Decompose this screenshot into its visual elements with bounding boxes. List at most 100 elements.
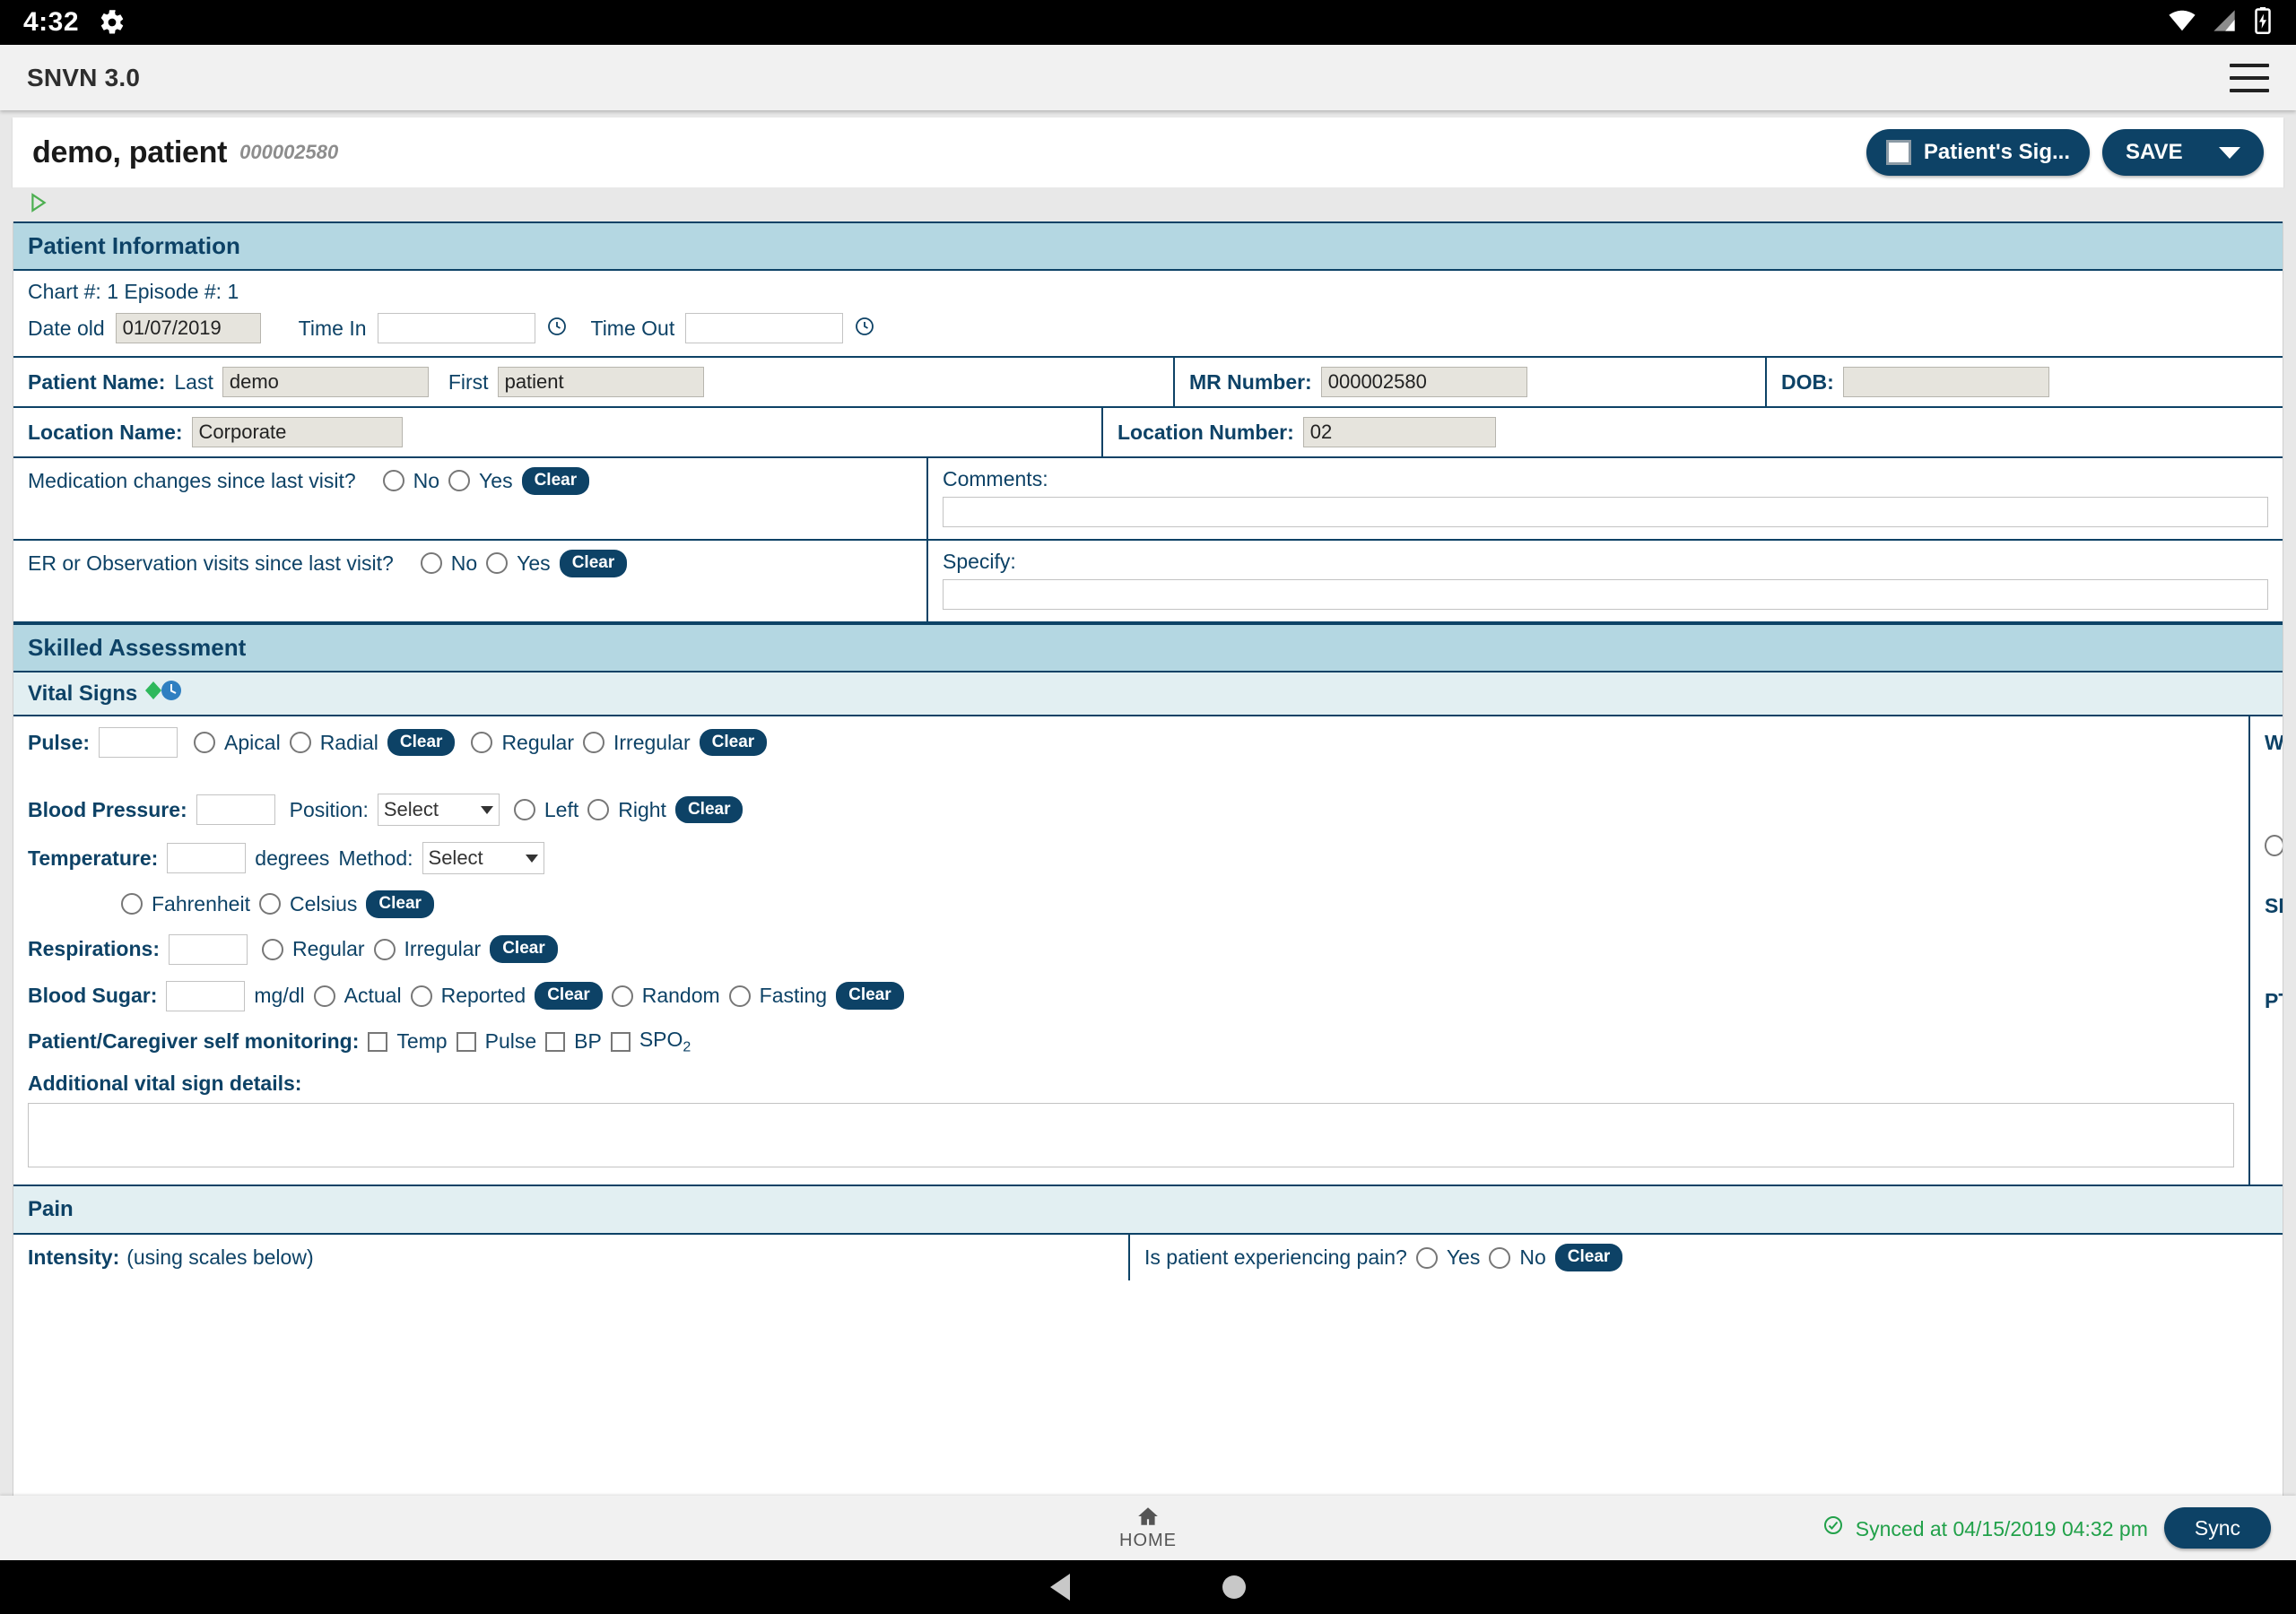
self-mon-temp-checkbox[interactable]: [368, 1031, 388, 1052]
pulse-irregular-radio[interactable]: [582, 732, 604, 753]
date-input[interactable]: [115, 313, 261, 343]
self-monitoring-label: Patient/Caregiver self monitoring:: [28, 1029, 360, 1054]
self-mon-bp-checkbox[interactable]: [545, 1031, 566, 1052]
temperature-input[interactable]: [167, 843, 247, 873]
back-triangle-icon[interactable]: [1050, 1574, 1070, 1601]
home-button[interactable]: HOME: [1119, 1505, 1177, 1551]
sugar-clear-a-button[interactable]: Clear: [535, 982, 603, 1011]
position-label: Position:: [289, 797, 369, 821]
bp-left-radio[interactable]: [513, 799, 535, 820]
comments-label: Comments:: [943, 467, 1048, 490]
respirations-input[interactable]: [168, 933, 248, 965]
wifi-icon: [2169, 7, 2196, 39]
blood-sugar-unit: mg/dl: [254, 984, 305, 1008]
last-name-input[interactable]: [222, 367, 429, 397]
pain-yes-label: Yes: [1446, 1245, 1481, 1270]
weight-gained-radio[interactable]: [2265, 834, 2283, 856]
first-name-input[interactable]: [497, 367, 704, 397]
assessment-form: Patient Information Chart #: 1 Episode #…: [13, 221, 2283, 1524]
mr-number-label: MR Number:: [1189, 369, 1312, 394]
er-clear-button[interactable]: Clear: [559, 550, 628, 577]
pulse-irregular-label: Irregular: [613, 730, 691, 754]
chevron-down-icon[interactable]: [2219, 146, 2240, 159]
self-mon-pulse-checkbox[interactable]: [456, 1031, 476, 1052]
self-monitoring-row: Patient/Caregiver self monitoring: Temp …: [28, 1028, 2234, 1056]
specify-label: Specify:: [943, 550, 1016, 573]
mr-number-input[interactable]: [1320, 367, 1527, 397]
pain-yes-radio[interactable]: [1415, 1246, 1438, 1269]
clock-icon[interactable]: [546, 316, 568, 342]
pulse-input[interactable]: [99, 727, 178, 758]
celsius-radio[interactable]: [258, 893, 281, 915]
pulse-regular-label: Regular: [501, 730, 574, 754]
self-mon-pulse-label: Pulse: [484, 1029, 537, 1054]
blue-clock-icon[interactable]: [161, 680, 182, 707]
sugar-random-radio[interactable]: [611, 985, 633, 1007]
blood-pressure-input[interactable]: [196, 794, 275, 825]
blood-sugar-input[interactable]: [166, 980, 246, 1011]
pulse-radial-radio[interactable]: [289, 732, 311, 753]
patient-signature-button[interactable]: Patient's Sig...: [1866, 129, 2090, 176]
pulse-clear-b-button[interactable]: Clear: [699, 728, 768, 757]
clock-icon-2[interactable]: [854, 316, 875, 342]
medication-no-label: No: [413, 468, 440, 492]
save-button[interactable]: SAVE: [2102, 129, 2264, 176]
green-diamond-icon[interactable]: [144, 681, 162, 707]
fahrenheit-radio[interactable]: [121, 893, 143, 915]
pulse-clear-a-button[interactable]: Clear: [387, 728, 456, 757]
sugar-actual-radio[interactable]: [313, 985, 335, 1007]
location-number-input[interactable]: [1302, 417, 1496, 447]
sugar-reported-radio[interactable]: [410, 985, 432, 1007]
section-header-skilled-assessment: Skilled Assessment: [13, 623, 2283, 672]
pain-no-radio[interactable]: [1489, 1246, 1511, 1269]
bp-clear-button[interactable]: Clear: [674, 795, 744, 824]
pain-intensity-row: Intensity: (using scales below) Is patie…: [13, 1235, 2283, 1281]
medication-yes-radio[interactable]: [448, 470, 471, 492]
celsius-label: Celsius: [289, 891, 358, 915]
bp-right-radio[interactable]: [587, 799, 610, 820]
time-in-input[interactable]: [377, 313, 535, 343]
self-mon-spo2-checkbox[interactable]: [610, 1031, 631, 1052]
additional-details-textarea[interactable]: [28, 1103, 2234, 1168]
location-name-input[interactable]: [191, 417, 403, 447]
time-out-input[interactable]: [685, 313, 844, 343]
temperature-clear-button[interactable]: Clear: [366, 890, 434, 918]
location-row: Location Name: Location Number:: [13, 408, 2283, 458]
patient-mrn: 000002580: [239, 141, 339, 163]
pain-intensity-note: (using scales below): [126, 1245, 314, 1270]
home-circle-icon[interactable]: [1222, 1575, 1246, 1599]
sync-area: Synced at 04/15/2019 04:32 pm Sync: [1822, 1507, 2271, 1549]
sugar-fasting-label: Fasting: [759, 984, 828, 1008]
sync-button[interactable]: Sync: [2163, 1507, 2271, 1549]
sugar-clear-b-button[interactable]: Clear: [836, 982, 904, 1011]
medication-clear-button[interactable]: Clear: [521, 467, 590, 495]
status-clock: 4:32: [23, 7, 80, 37]
hamburger-menu-icon[interactable]: [2230, 63, 2269, 92]
method-select[interactable]: Select: [422, 842, 544, 874]
ptinr-label: PT/INR:: [2265, 989, 2283, 1013]
dob-input[interactable]: [1842, 367, 2049, 397]
resp-regular-radio[interactable]: [261, 938, 283, 960]
comments-input[interactable]: [943, 497, 2268, 527]
respirations-clear-button[interactable]: Clear: [490, 935, 558, 964]
specify-input[interactable]: [943, 579, 2268, 610]
blood-pressure-row: Blood Pressure: Position: Select Left Ri…: [28, 794, 2234, 826]
collapse-strip: [13, 187, 2283, 221]
date-label: Date old: [28, 316, 105, 340]
er-yes-label: Yes: [517, 551, 551, 575]
resp-irregular-radio[interactable]: [373, 938, 396, 960]
resp-regular-label: Regular: [291, 937, 365, 961]
play-triangle-icon[interactable]: [29, 192, 48, 217]
pulse-apical-radio[interactable]: [194, 732, 216, 753]
subsection-header-pain: Pain: [13, 1186, 2283, 1236]
sugar-fasting-radio[interactable]: [728, 985, 751, 1007]
pain-clear-button[interactable]: Clear: [1554, 1244, 1623, 1272]
pulse-regular-radio[interactable]: [471, 732, 493, 753]
pain-intensity-label: Intensity:: [28, 1245, 120, 1270]
position-select[interactable]: Select: [377, 794, 500, 826]
er-yes-radio[interactable]: [486, 552, 509, 575]
er-no-radio[interactable]: [420, 552, 442, 575]
additional-details-label: Additional vital sign details:: [28, 1072, 302, 1096]
medication-no-radio[interactable]: [382, 470, 404, 492]
bottom-toolbar: HOME Synced at 04/15/2019 04:32 pm Sync: [0, 1496, 2296, 1560]
